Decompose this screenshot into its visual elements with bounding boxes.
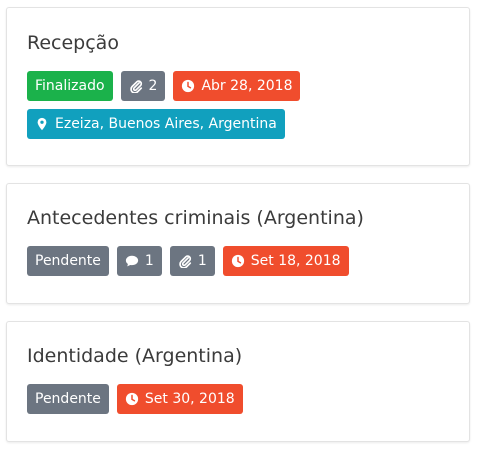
location-row: Ezeiza, Buenos Aires, Argentina xyxy=(27,109,285,139)
card-title: Antecedentes criminais (Argentina) xyxy=(27,207,364,229)
date-badge: Set 18, 2018 xyxy=(222,246,349,276)
status-badge: Finalizado xyxy=(27,71,113,101)
status-badge: Pendente xyxy=(27,384,109,414)
clock-icon xyxy=(231,254,245,268)
map-pin-icon xyxy=(35,117,49,131)
comments-badge: 1 xyxy=(116,246,162,276)
attachments-count: 2 xyxy=(148,78,158,94)
comments-count: 1 xyxy=(144,253,154,269)
clock-icon xyxy=(181,79,195,93)
card-recepcao[interactable]: Recepção Finalizado 2 Abr 28, 2018 Ezeiz… xyxy=(6,7,470,166)
date-badge: Abr 28, 2018 xyxy=(173,71,301,101)
comment-icon xyxy=(125,254,139,268)
paperclip-icon xyxy=(129,79,143,93)
paperclip-icon xyxy=(178,254,192,268)
status-badge: Pendente xyxy=(27,246,109,276)
date-text: Abr 28, 2018 xyxy=(201,78,293,94)
card-title: Recepção xyxy=(27,32,119,54)
badge-row: Finalizado 2 Abr 28, 2018 xyxy=(27,71,301,101)
date-text: Set 30, 2018 xyxy=(144,391,235,407)
attachments-badge: 2 xyxy=(120,71,166,101)
location-badge: Ezeiza, Buenos Aires, Argentina xyxy=(27,109,285,139)
date-badge: Set 30, 2018 xyxy=(116,384,243,414)
date-text: Set 18, 2018 xyxy=(250,253,341,269)
card-title: Identidade (Argentina) xyxy=(27,345,243,367)
attachments-badge: 1 xyxy=(169,246,215,276)
location-text: Ezeiza, Buenos Aires, Argentina xyxy=(55,116,277,132)
card-identidade[interactable]: Identidade (Argentina) Pendente Set 30, … xyxy=(6,321,470,442)
attachments-count: 1 xyxy=(197,253,207,269)
card-antecedentes[interactable]: Antecedentes criminais (Argentina) Pende… xyxy=(6,183,470,304)
badge-row: Pendente 1 1 Set 18, 2018 xyxy=(27,246,349,276)
clock-icon xyxy=(125,392,139,406)
badge-row: Pendente Set 30, 2018 xyxy=(27,384,243,414)
